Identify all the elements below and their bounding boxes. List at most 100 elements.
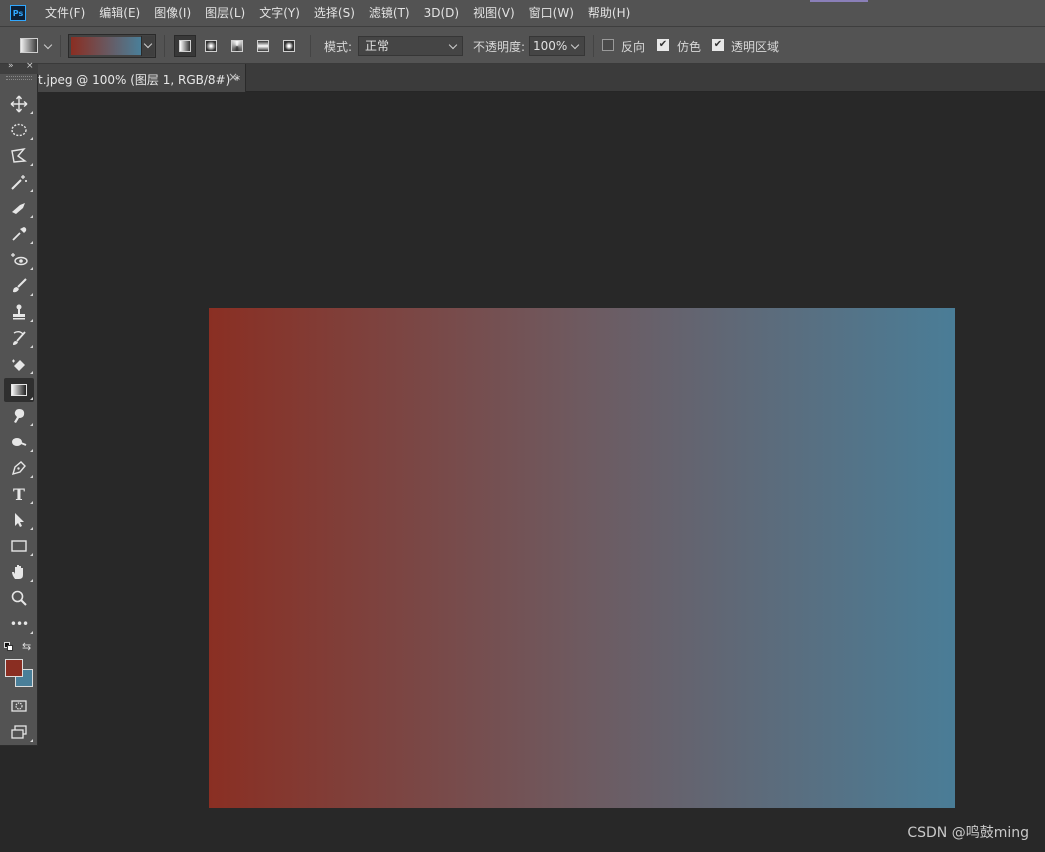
- transparency-label: 透明区域: [731, 40, 780, 54]
- angle-gradient-icon: [231, 40, 243, 52]
- menu-filter[interactable]: 滤镜(T): [362, 0, 417, 26]
- rectangle-icon: [11, 540, 27, 552]
- mode-select[interactable]: 正常: [358, 36, 463, 56]
- menu-help[interactable]: 帮助(H): [581, 0, 637, 26]
- gradient-picker[interactable]: [68, 34, 156, 58]
- tool-blur[interactable]: [4, 404, 34, 428]
- red-eye-icon: [11, 253, 28, 266]
- linear-gradient-icon: [179, 40, 191, 52]
- tool-pen[interactable]: [4, 456, 34, 480]
- tool-elliptical-marquee[interactable]: [4, 118, 34, 142]
- mode-value: 正常: [365, 39, 390, 53]
- divider: [164, 35, 165, 57]
- tool-eraser[interactable]: [4, 352, 34, 376]
- path-selection-icon: [15, 513, 24, 527]
- watermark: CSDN @鸣鼓ming: [907, 825, 1029, 841]
- transparency-checkbox[interactable]: ✔: [712, 39, 724, 51]
- dither-checkbox[interactable]: ✔: [657, 39, 669, 51]
- menu-image[interactable]: 图像(I): [147, 0, 198, 26]
- gradient-preview[interactable]: [71, 37, 141, 55]
- menu-layer[interactable]: 图层(L): [198, 0, 252, 26]
- dodge-icon: [12, 438, 27, 446]
- tool-brush[interactable]: [4, 274, 34, 298]
- brush-icon: [13, 278, 27, 293]
- photoshop-logo-icon: Ps: [10, 5, 26, 21]
- angle-gradient-button[interactable]: [226, 35, 248, 57]
- divider: [593, 35, 594, 57]
- menu-bar: Ps 文件(F) 编辑(E) 图像(I) 图层(L) 文字(Y) 选择(S) 滤…: [0, 0, 1045, 26]
- diamond-gradient-button[interactable]: [278, 35, 300, 57]
- swap-colors-icon[interactable]: ⇆: [22, 640, 31, 653]
- pen-icon: [11, 461, 26, 476]
- tool-quick-mask[interactable]: [4, 694, 34, 718]
- polygonal-lasso-icon: [11, 147, 27, 163]
- reflected-gradient-button[interactable]: [252, 35, 274, 57]
- default-colors-icon[interactable]: [4, 642, 14, 652]
- eraser-icon: [12, 359, 25, 371]
- panel-grip[interactable]: [6, 76, 32, 80]
- tools-panel-header: » ×: [0, 61, 38, 74]
- foreground-color-swatch[interactable]: [5, 659, 23, 677]
- menu-file[interactable]: 文件(F): [38, 0, 92, 26]
- tools-panel: » × T ••• ⇆: [0, 61, 38, 746]
- document-tab-bar: t.jpeg @ 100% (图层 1, RGB/8#) * ×: [0, 64, 1045, 92]
- menu-edit[interactable]: 编辑(E): [92, 0, 147, 26]
- reverse-checkbox[interactable]: [602, 39, 614, 51]
- document-tab-title: t.jpeg @ 100% (图层 1, RGB/8#) *: [38, 73, 241, 87]
- dither-label: 仿色: [677, 40, 702, 54]
- chevron-down-icon: [143, 39, 153, 49]
- tool-rectangle[interactable]: [4, 534, 34, 558]
- blur-icon: [14, 409, 25, 423]
- tool-path-selection[interactable]: [4, 508, 34, 532]
- tool-screen-mode[interactable]: [4, 720, 34, 744]
- tool-zoom[interactable]: [4, 586, 34, 610]
- tool-history-brush[interactable]: [4, 326, 34, 350]
- radial-gradient-button[interactable]: [200, 35, 222, 57]
- close-icon[interactable]: ×: [26, 61, 34, 71]
- tool-preset-picker[interactable]: [20, 38, 38, 53]
- tool-clone-stamp[interactable]: [4, 300, 34, 324]
- linear-gradient-button[interactable]: [174, 35, 196, 57]
- tool-hand[interactable]: [4, 560, 34, 584]
- reverse-label: 反向: [621, 40, 646, 54]
- close-icon[interactable]: ×: [228, 70, 238, 84]
- tool-crop[interactable]: [4, 196, 34, 220]
- tool-move[interactable]: [4, 92, 34, 116]
- mode-label: 模式:: [324, 40, 353, 54]
- tool-polygonal-lasso[interactable]: [4, 144, 34, 168]
- tool-dodge[interactable]: [4, 430, 34, 454]
- menu-window[interactable]: 窗口(W): [522, 0, 581, 26]
- menu-type[interactable]: 文字(Y): [252, 0, 307, 26]
- document-canvas[interactable]: [209, 308, 955, 808]
- screen-mode-icon: [11, 725, 27, 739]
- gradient-dropdown[interactable]: [141, 36, 154, 56]
- quick-mask-icon: [11, 700, 27, 712]
- divider: [60, 35, 61, 57]
- elliptical-marquee-icon: [11, 123, 27, 137]
- chevron-down-icon: [448, 40, 458, 50]
- gradient-icon: [11, 384, 27, 396]
- tool-more[interactable]: •••: [4, 612, 34, 636]
- divider: [310, 35, 311, 57]
- tool-eyedropper[interactable]: [4, 222, 34, 246]
- history-brush-icon: [13, 331, 26, 345]
- tool-gradient[interactable]: [4, 378, 34, 402]
- diamond-gradient-icon: [283, 40, 295, 52]
- magic-wand-icon: [11, 175, 27, 190]
- chevron-down-icon: [570, 40, 580, 50]
- tool-magic-wand[interactable]: [4, 170, 34, 194]
- move-icon: [10, 95, 28, 113]
- opacity-input[interactable]: 100%: [529, 36, 585, 56]
- more-tools-icon: •••: [9, 617, 29, 631]
- expand-icon[interactable]: »: [8, 61, 14, 71]
- menu-view[interactable]: 视图(V): [466, 0, 522, 26]
- chevron-down-icon[interactable]: [43, 40, 53, 50]
- menu-3d[interactable]: 3D(D): [417, 0, 466, 26]
- zoom-icon: [11, 590, 27, 606]
- tool-type[interactable]: T: [4, 482, 34, 506]
- options-bar: 模式: 正常 不透明度: 100% 反向 ✔ 仿色 ✔ 透明区域: [0, 26, 1045, 64]
- crop-icon: [12, 203, 25, 214]
- clone-stamp-icon: [13, 304, 25, 320]
- menu-select[interactable]: 选择(S): [307, 0, 362, 26]
- tool-red-eye[interactable]: [4, 248, 34, 272]
